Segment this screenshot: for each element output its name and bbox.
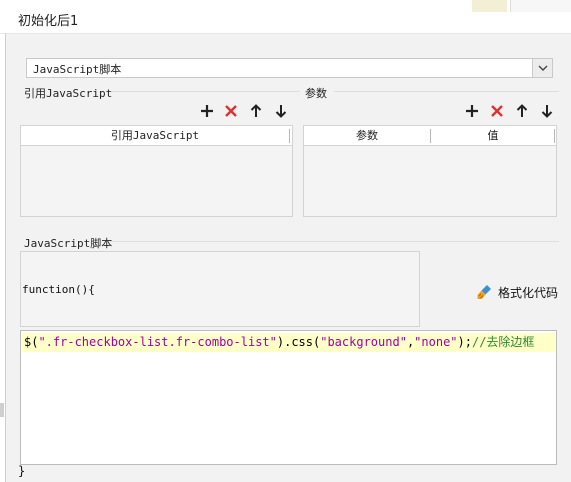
- delete-x-icon: [491, 105, 503, 117]
- ref-js-section-label: 引用JavaScript: [24, 87, 113, 100]
- js-section-divider: [110, 241, 559, 242]
- delete-x-icon: [225, 105, 237, 117]
- arrow-down-icon: [541, 105, 553, 118]
- plus-icon: [201, 105, 213, 117]
- ref-js-table[interactable]: 引用JavaScript: [20, 125, 293, 217]
- column-separator: [554, 129, 555, 143]
- ref-js-column-header[interactable]: 引用JavaScript: [21, 126, 289, 146]
- ref-js-table-header: 引用JavaScript: [21, 126, 292, 146]
- ref-js-move-down-button[interactable]: [272, 102, 290, 120]
- script-type-select-value: JavaScript脚本: [33, 63, 122, 76]
- arrow-up-icon: [516, 104, 528, 117]
- code-token: ).css(: [276, 335, 321, 349]
- params-section-label: 参数: [305, 87, 327, 100]
- params-table[interactable]: 参数 值: [303, 125, 557, 217]
- function-header-text: function(){: [22, 283, 95, 296]
- params-column-header-value[interactable]: 值: [431, 126, 555, 146]
- format-code-button[interactable]: 格式化代码: [476, 282, 558, 302]
- code-comment-token: //去除边框: [471, 335, 535, 349]
- background-window-fragment-2: [510, 0, 571, 12]
- arrow-down-icon: [275, 105, 287, 118]
- code-editor[interactable]: $(".fr-checkbox-list.fr-combo-list").css…: [20, 330, 557, 465]
- background-edge-mark: [0, 403, 4, 417]
- chevron-down-icon[interactable]: [532, 59, 552, 77]
- code-line-1[interactable]: $(".fr-checkbox-list.fr-combo-list").css…: [24, 333, 534, 350]
- code-string-token: "background": [320, 335, 407, 349]
- code-string-token: ".fr-checkbox-list.fr-combo-list": [38, 335, 277, 349]
- ref-js-move-up-button[interactable]: [247, 102, 265, 120]
- params-move-up-button[interactable]: [513, 102, 531, 120]
- background-window-fragment: [472, 0, 507, 12]
- ref-js-section-divider: [112, 91, 300, 92]
- code-token: $(: [24, 335, 39, 349]
- column-separator: [289, 129, 290, 143]
- arrow-up-icon: [250, 104, 262, 117]
- script-type-select[interactable]: JavaScript脚本: [26, 58, 553, 78]
- ref-js-delete-button[interactable]: [222, 102, 240, 120]
- code-token: );: [457, 335, 472, 349]
- ref-js-add-button[interactable]: [198, 102, 216, 120]
- params-add-button[interactable]: [463, 102, 481, 120]
- params-column-header-name[interactable]: 参数: [304, 126, 430, 146]
- params-delete-button[interactable]: [488, 102, 506, 120]
- js-section-label: JavaScript脚本: [24, 237, 113, 250]
- params-move-down-button[interactable]: [538, 102, 556, 120]
- dialog-titlebar: 初始化后1: [0, 0, 571, 34]
- params-section-divider: [334, 91, 559, 92]
- format-code-label: 格式化代码: [498, 285, 559, 300]
- params-table-header: 参数 值: [304, 126, 556, 146]
- function-closing-brace: }: [18, 464, 26, 478]
- code-string-token: "none": [414, 335, 458, 349]
- broom-icon: [477, 285, 491, 299]
- plus-icon: [466, 105, 478, 117]
- dialog-title: 初始化后1: [18, 14, 79, 29]
